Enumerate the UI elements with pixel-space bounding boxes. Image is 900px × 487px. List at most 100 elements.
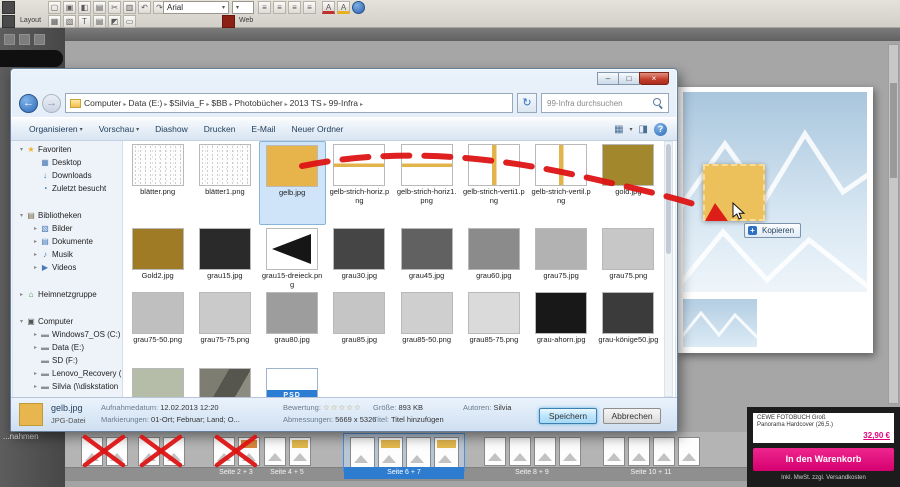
- forward-button[interactable]: →: [42, 94, 61, 113]
- file-item[interactable]: PSD: [259, 365, 326, 397]
- command-button-neuer-ordner[interactable]: Neuer Ordner: [284, 121, 352, 137]
- file-item[interactable]: blätter.png: [124, 141, 191, 225]
- nav-item-favoriten[interactable]: ▾★Favoriten: [13, 143, 122, 156]
- minimize-button[interactable]: –: [597, 72, 619, 85]
- breadcrumb-item[interactable]: $Silvia_F: [169, 98, 204, 108]
- page-thumbnail[interactable]: [81, 437, 103, 466]
- filmstrip-spread[interactable]: [473, 434, 591, 471]
- file-item[interactable]: [191, 365, 258, 397]
- command-button-drucken[interactable]: Drucken: [196, 121, 244, 137]
- page-thumbnail[interactable]: [484, 437, 506, 466]
- page-thumbnail[interactable]: [628, 437, 650, 466]
- page-thumbnail[interactable]: [378, 437, 403, 468]
- file-grid-scrollbar[interactable]: [664, 141, 673, 397]
- workspace-scrollbar[interactable]: [888, 44, 899, 404]
- file-item[interactable]: grau75-50.png: [124, 289, 191, 365]
- tree-expand-icon[interactable]: ▾: [17, 146, 26, 153]
- page-thumbnail[interactable]: [603, 437, 625, 466]
- file-item[interactable]: grau15.jpg: [191, 225, 258, 289]
- page-thumbnail[interactable]: [406, 437, 431, 468]
- add-to-cart-button[interactable]: In den Warenkorb: [753, 448, 894, 471]
- tree-expand-icon[interactable]: ▸: [31, 238, 40, 245]
- file-item[interactable]: grau-ahorn.jpg: [528, 289, 595, 365]
- filmstrip-spread[interactable]: [262, 434, 312, 471]
- filmstrip-spread[interactable]: [211, 434, 261, 471]
- file-item[interactable]: grau80.jpg: [259, 289, 326, 365]
- close-button[interactable]: ×: [639, 72, 669, 85]
- scrollbar-thumb[interactable]: [666, 144, 671, 254]
- copy-icon[interactable]: ▥: [123, 1, 136, 14]
- nav-item-lenovo-recovery-[interactable]: ▸▬Lenovo_Recovery (: [13, 367, 122, 380]
- web-globe-button[interactable]: [352, 1, 365, 14]
- page-thumbnail[interactable]: [138, 437, 160, 466]
- clipart-icon[interactable]: ◩: [108, 15, 121, 28]
- tree-expand-icon[interactable]: ▸: [17, 291, 26, 298]
- nav-item-data-e-[interactable]: ▸▬Data (E:): [13, 341, 122, 354]
- new-icon[interactable]: ▢: [48, 1, 61, 14]
- nav-item-heimnetzgruppe[interactable]: ▸⌂Heimnetzgruppe: [13, 288, 122, 301]
- filmstrip-label[interactable]: [136, 467, 186, 479]
- file-item[interactable]: grau60.jpg: [460, 225, 527, 289]
- nav-item-bibliotheken[interactable]: ▾▤Bibliotheken: [13, 209, 122, 222]
- font-style-select[interactable]: ▾: [232, 1, 254, 14]
- dragged-image-gelb[interactable]: [703, 164, 765, 221]
- breadcrumb-item[interactable]: Data (E:): [128, 98, 162, 108]
- file-item[interactable]: grau15-dreieck.png: [259, 225, 326, 289]
- breadcrumb-item[interactable]: Computer: [84, 98, 121, 108]
- breadcrumb-item[interactable]: 2013 TS: [290, 98, 322, 108]
- filmstrip-spread[interactable]: [136, 434, 186, 471]
- file-item[interactable]: grau85-50.png: [393, 289, 460, 365]
- tree-expand-icon[interactable]: ▸: [31, 225, 40, 232]
- nav-item-bilder[interactable]: ▸▧Bilder: [13, 222, 122, 235]
- print-icon[interactable]: ▤: [93, 1, 106, 14]
- sidebar-tool-icon[interactable]: [34, 34, 45, 45]
- tree-expand-icon[interactable]: ▾: [17, 212, 26, 219]
- file-item[interactable]: gelb-strich-verti1.png: [460, 141, 527, 225]
- filmstrip-spread[interactable]: [344, 434, 464, 471]
- nav-item-sd-f-[interactable]: ▬SD (F:): [13, 354, 122, 367]
- file-item[interactable]: gelb-strich-vertil.png: [528, 141, 595, 225]
- page-photo-placeholder-small[interactable]: [683, 299, 757, 347]
- file-item[interactable]: Gold2.jpg: [124, 225, 191, 289]
- open-icon[interactable]: ▣: [63, 1, 76, 14]
- page-thumbnail[interactable]: [350, 437, 375, 468]
- nav-item-computer[interactable]: ▾▣Computer: [13, 315, 122, 328]
- file-item[interactable]: grau-könige50.jpg: [595, 289, 662, 365]
- filmstrip-label[interactable]: Seite 6 + 7: [344, 467, 464, 479]
- align-left-icon[interactable]: ≡: [258, 1, 271, 14]
- save-icon[interactable]: ◧: [78, 1, 91, 14]
- file-item[interactable]: gelb.jpg: [259, 141, 326, 225]
- font-color-icon[interactable]: A: [322, 1, 335, 14]
- tree-expand-icon[interactable]: ▸: [31, 251, 40, 258]
- page-thumbnail[interactable]: [163, 437, 185, 466]
- help-icon[interactable]: ?: [654, 123, 667, 136]
- filmstrip-label[interactable]: Seite 4 + 5: [262, 467, 312, 479]
- page-thumbnail[interactable]: [264, 437, 286, 466]
- breadcrumb-item[interactable]: 99-Infra: [329, 98, 358, 108]
- file-item[interactable]: grau85.jpg: [326, 289, 393, 365]
- title-value[interactable]: Titel hinzufügen: [391, 415, 444, 424]
- maximize-button[interactable]: □: [618, 72, 640, 85]
- sidebar-tool-icon[interactable]: [19, 34, 30, 45]
- tree-expand-icon[interactable]: ▸: [31, 331, 40, 338]
- filmstrip-label[interactable]: [79, 467, 129, 479]
- web-mode-icon[interactable]: [222, 15, 235, 28]
- cancel-button[interactable]: Abbrechen: [603, 408, 661, 424]
- refresh-button[interactable]: ↻: [517, 93, 537, 113]
- frame-icon[interactable]: ▭: [123, 15, 136, 28]
- filmstrip-label[interactable]: Seite 2 + 3: [211, 467, 261, 479]
- undo-icon[interactable]: ↶: [138, 1, 151, 14]
- rating-stars[interactable]: ☆☆☆☆☆: [323, 403, 362, 412]
- back-button[interactable]: ←: [19, 94, 38, 113]
- page-thumbnail[interactable]: [289, 437, 311, 466]
- search-input[interactable]: 99-Infra durchsuchen: [541, 93, 669, 113]
- preview-pane-icon[interactable]: ◨: [639, 124, 648, 135]
- font-family-select[interactable]: Arial ▾: [163, 1, 229, 14]
- command-button-e-mail[interactable]: E-Mail: [243, 121, 283, 137]
- align-justify-icon[interactable]: ≡: [303, 1, 316, 14]
- app-icon-2[interactable]: [2, 15, 15, 28]
- filmstrip-spread[interactable]: [79, 434, 129, 471]
- page-thumbnail[interactable]: [559, 437, 581, 466]
- page-thumbnail[interactable]: [534, 437, 556, 466]
- nav-item-desktop[interactable]: ▦Desktop: [13, 156, 122, 169]
